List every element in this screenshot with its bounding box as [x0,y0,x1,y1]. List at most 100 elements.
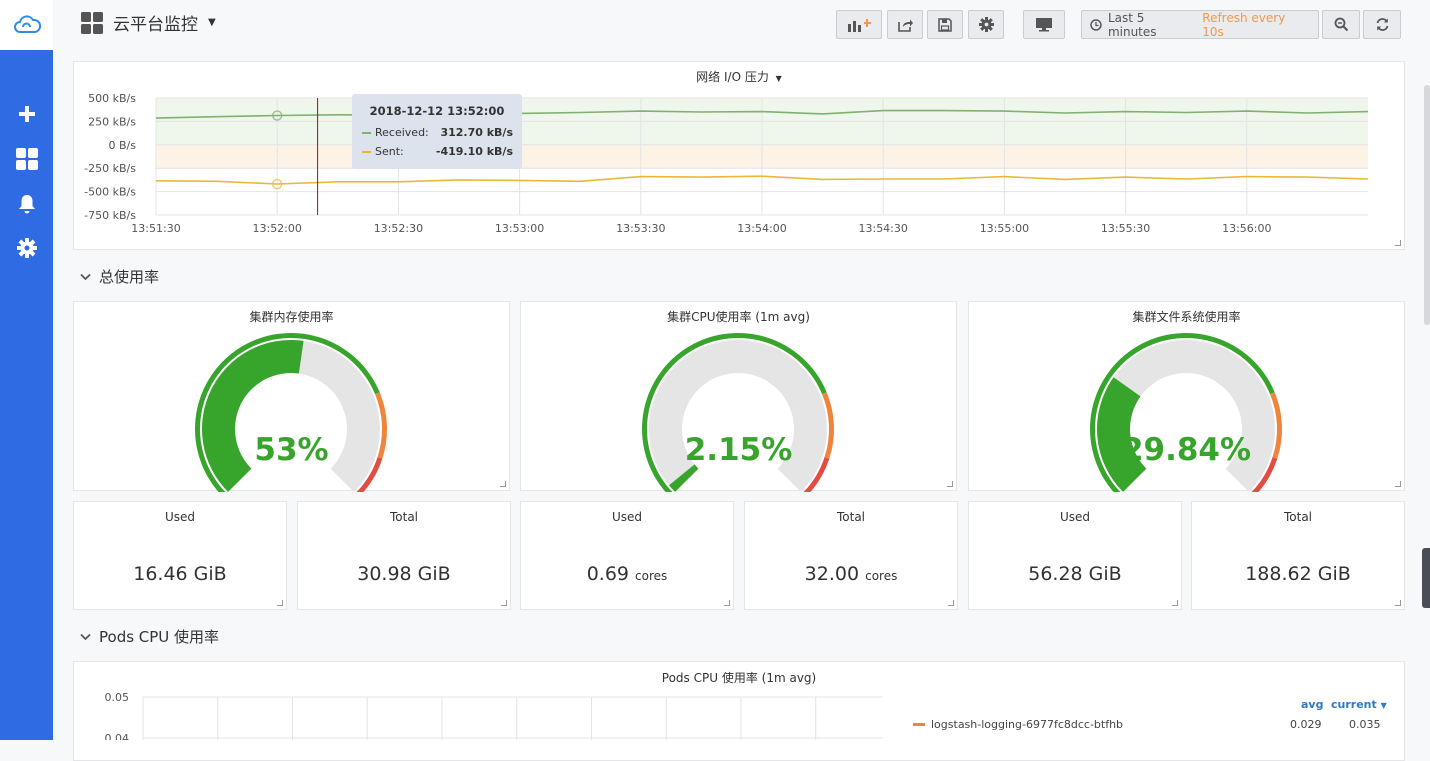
resize-handle[interactable] [1395,481,1401,487]
resize-handle[interactable] [724,600,730,606]
resize-handle[interactable] [1172,600,1178,606]
legend-header-current[interactable]: current ▼ [1331,698,1387,711]
refresh-interval-label: Refresh every 10s [1202,10,1286,39]
refresh-button[interactable] [1363,10,1401,39]
resize-handle[interactable] [277,600,283,606]
stat-value: 32.00 cores [745,563,957,585]
resize-handle[interactable] [947,481,953,487]
dashboard-grid-icon [81,11,103,34]
stat-label[interactable]: Total [1192,510,1404,524]
add-panel-button[interactable] [836,10,882,39]
legend-current-label: current [1331,698,1377,711]
zoom-out-button[interactable] [1322,10,1360,39]
stat-number: 16.46 GiB [133,563,227,585]
side-handle[interactable] [1422,548,1430,608]
legend-current-value: 0.035 [1349,718,1381,731]
stat-label[interactable]: Used [969,510,1181,524]
stat-number: 188.62 GiB [1245,563,1351,585]
stat-label[interactable]: Used [521,510,733,524]
sent-swatch [362,150,371,153]
refresh-icon [1376,18,1388,31]
resize-handle[interactable] [500,481,506,487]
row-title: Pods CPU 使用率 [99,628,220,646]
tooltip-time: 2018-12-12 13:52:00 [369,104,505,118]
stat-unit: cores [865,569,898,583]
x-tick-label: 13:54:30 [858,222,907,235]
gauge-panel-cpu: 集群CPU使用率 (1m avg) 2.15% [520,301,957,492]
plus-icon[interactable] [0,99,53,129]
x-tick-label: 13:53:30 [616,222,665,235]
stat-panel-cpu-used: Used 0.69 cores [520,501,734,610]
search-icon [1334,17,1348,32]
y-tick-label: 0.05 [105,691,130,704]
y-tick-label: -250 kB/s [84,162,136,175]
gauge-value: 2.15% [684,432,793,468]
x-tick-label: 13:52:00 [252,222,301,235]
gauge-panel-memory: 集群内存使用率 53% [73,301,510,492]
top-navbar: 云平台监控 ▼ Last 5 minutes Refresh every 10s [53,0,1430,52]
y-tick-label: 500 kB/s [88,92,136,105]
settings-button[interactable] [968,10,1004,39]
graph-tooltip: 2018-12-12 13:52:00 Received: 312.70 kB/… [352,94,522,169]
tooltip-row-sent: Sent: -419.10 kB/s [362,145,513,158]
resize-handle[interactable] [1395,600,1401,606]
stat-number: 0.69 [586,563,629,585]
stat-number: 56.28 GiB [1028,563,1122,585]
cloud-logo-icon[interactable] [0,0,53,50]
y-tick-label: 250 kB/s [88,115,136,128]
stat-panel-fs-used: Used 56.28 GiB [968,501,1182,610]
page-scrollbar[interactable] [1424,85,1430,325]
received-swatch [362,131,371,134]
resize-handle[interactable] [948,600,954,606]
y-tick-label: -500 kB/s [84,186,136,199]
stat-panel-fs-total: Total 188.62 GiB [1191,501,1405,610]
stat-value: 16.46 GiB [74,563,286,585]
caret-down-icon: ▼ [1380,701,1387,710]
legend-header-avg[interactable]: avg [1301,698,1323,711]
tooltip-label: Sent: [375,145,404,158]
stat-unit: cores [635,569,668,583]
legend-item[interactable]: logstash-logging-6977fc8dcc-btfhb [913,718,1123,731]
stat-value: 188.62 GiB [1192,563,1404,585]
row-pods-cpu[interactable]: Pods CPU 使用率 [80,626,219,647]
chevron-down-icon [80,633,91,640]
stat-label[interactable]: Total [298,510,510,524]
stat-number: 30.98 GiB [357,563,451,585]
tooltip-value: 312.70 kB/s [440,126,513,139]
x-tick-label: 13:51:30 [131,222,180,235]
stat-panel-memory-used: Used 16.46 GiB [73,501,287,610]
stat-panel-cpu-total: Total 32.00 cores [744,501,958,610]
bell-icon[interactable] [0,189,53,219]
dashboard-title: 云平台监控 [113,15,198,35]
tooltip-value: -419.10 kB/s [435,145,513,158]
stat-label[interactable]: Total [745,510,957,524]
y-tick-label: 0.04 [105,732,130,740]
time-range-picker[interactable]: Last 5 minutes Refresh every 10s [1081,10,1319,39]
dashboard-picker[interactable]: 云平台监控 ▼ [81,10,216,35]
stat-label[interactable]: Used [74,510,286,524]
tv-mode-button[interactable] [1023,10,1065,39]
y-tick-label: 0 B/s [109,139,137,152]
stat-value: 0.69 cores [521,563,733,585]
legend-swatch [913,723,925,726]
tooltip-row-received: Received: 312.70 kB/s [362,126,513,139]
x-tick-label: 13:56:00 [1222,222,1271,235]
x-tick-label: 13:55:00 [980,222,1029,235]
clock-icon [1090,18,1102,31]
resize-handle[interactable] [501,600,507,606]
chevron-down-icon [80,273,91,280]
time-range-label: Last 5 minutes [1107,10,1157,39]
row-total-usage[interactable]: 总使用率 [80,266,159,287]
stat-number: 32.00 [804,563,860,585]
gauge-value: 29.84% [1121,432,1252,468]
sidebar [0,0,53,740]
gear-icon[interactable] [0,233,53,263]
dashboards-grid-icon[interactable] [0,144,53,174]
legend-series-name: logstash-logging-6977fc8dcc-btfhb [931,718,1124,731]
cog-icon [978,17,994,32]
x-tick-label: 13:55:30 [1101,222,1150,235]
save-button[interactable] [927,10,963,39]
row-title: 总使用率 [99,268,160,286]
stat-panel-memory-total: Total 30.98 GiB [297,501,511,610]
share-button[interactable] [887,10,923,39]
